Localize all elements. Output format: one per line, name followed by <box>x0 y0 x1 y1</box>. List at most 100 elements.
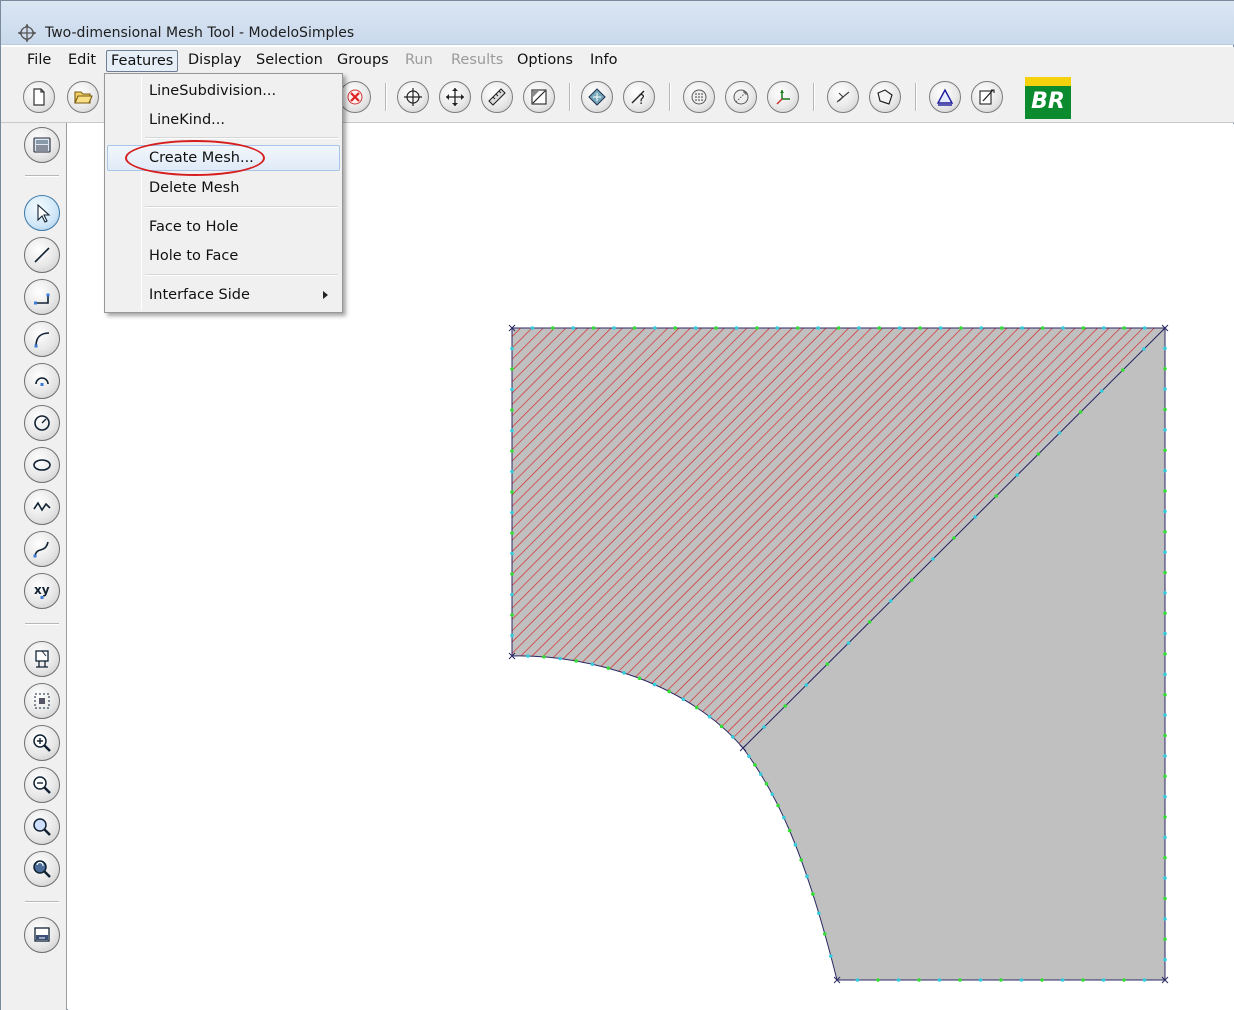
pan-icon[interactable] <box>439 81 471 113</box>
mesh-node <box>1163 448 1167 453</box>
menu-item-face-to-hole[interactable]: Face to Hole <box>107 214 340 240</box>
menu-run[interactable]: Run <box>401 50 437 72</box>
zoom-in-icon[interactable] <box>24 725 60 761</box>
mesh-node <box>857 326 861 330</box>
menu-groups[interactable]: Groups <box>333 50 393 72</box>
triangle-icon[interactable] <box>929 81 961 113</box>
mesh-node <box>1101 326 1106 330</box>
mesh-node <box>787 828 792 833</box>
keyboard-icon[interactable] <box>24 127 60 163</box>
mesh-node <box>959 326 963 330</box>
mesh-node <box>979 326 984 330</box>
polygon-icon[interactable] <box>24 489 60 525</box>
annotation-highlight <box>125 140 265 176</box>
mesh-node <box>764 782 769 786</box>
move-icon[interactable] <box>397 81 429 113</box>
menu-selection[interactable]: Selection <box>252 50 327 72</box>
menu-item-interface-side[interactable]: Interface Side <box>107 282 340 308</box>
mesh-node <box>822 932 827 936</box>
menu-features[interactable]: Features <box>106 50 179 72</box>
menu-item-hole-to-face[interactable]: Hole to Face <box>107 243 340 269</box>
mesh-node <box>1163 652 1167 656</box>
mesh-node <box>612 326 616 330</box>
xy-point-icon[interactable]: xy <box>24 573 60 609</box>
mesh-node <box>1057 431 1062 435</box>
mesh-node <box>1019 978 1024 982</box>
mesh-node <box>510 367 514 371</box>
menu-item-delete-mesh[interactable]: Delete Mesh <box>107 175 340 201</box>
select-arrow-icon[interactable] <box>24 195 60 231</box>
circle-arc-icon[interactable] <box>24 363 60 399</box>
mesh-node <box>673 326 678 330</box>
mesh-node <box>510 490 514 494</box>
line-icon[interactable] <box>24 237 60 273</box>
menu-display[interactable]: Display <box>184 50 245 72</box>
zoom-window-icon[interactable] <box>24 641 60 677</box>
grid-icon[interactable] <box>683 81 715 113</box>
mesh-node <box>1163 489 1167 493</box>
mesh-node <box>714 326 718 330</box>
mesh-node <box>846 641 851 645</box>
snap-icon[interactable] <box>725 81 757 113</box>
mesh-node <box>776 803 780 808</box>
mesh-node <box>1163 611 1167 616</box>
mesh-node <box>896 978 901 982</box>
mesh-node <box>1078 410 1083 414</box>
arc-icon[interactable] <box>24 321 60 357</box>
menu-item-line-subdivision[interactable]: LineSubdivision... <box>107 78 340 104</box>
mesh-node <box>1121 368 1125 372</box>
zoom-previous-icon[interactable] <box>24 851 60 887</box>
mesh-node <box>590 662 595 666</box>
mesh-node <box>510 428 514 433</box>
new-file-icon[interactable] <box>23 81 55 113</box>
delete-icon[interactable] <box>339 81 371 113</box>
menu-item-interface-side-label: Interface Side <box>149 287 250 303</box>
menu-file[interactable]: File <box>23 50 55 72</box>
mesh-node <box>999 978 1003 982</box>
mesh-node <box>542 655 546 659</box>
mesh-icon[interactable] <box>581 81 613 113</box>
svg-text:?: ? <box>638 93 645 107</box>
menu-edit[interactable]: Edit <box>64 50 100 72</box>
mesh-node <box>918 326 922 330</box>
window-title: Two-dimensional Mesh Tool - ModeloSimple… <box>45 25 355 41</box>
zoom-icon[interactable] <box>24 809 60 845</box>
mesh-node <box>622 671 626 675</box>
menu-results[interactable]: Results <box>447 50 507 72</box>
petrobras-logo: BR <box>1025 77 1071 119</box>
menu-item-line-kind[interactable]: LineKind... <box>107 107 340 133</box>
mesh-node <box>1099 389 1104 393</box>
zoom-out-icon[interactable] <box>24 767 60 803</box>
mesh-tool-icon <box>18 24 36 42</box>
mesh-node <box>510 531 514 535</box>
mesh-node <box>510 346 514 351</box>
circle-icon[interactable] <box>24 405 60 441</box>
mesh-node <box>1163 428 1167 432</box>
mesh-node <box>693 326 698 330</box>
mesh-node <box>730 735 735 739</box>
mesh-node <box>795 326 800 330</box>
fit-icon[interactable] <box>24 683 60 719</box>
polyline-icon[interactable] <box>24 279 60 315</box>
mesh-node <box>952 536 956 540</box>
axes-icon[interactable] <box>767 81 799 113</box>
display-icon[interactable] <box>24 917 60 953</box>
ellipse-icon[interactable] <box>24 447 60 483</box>
menu-info[interactable]: Info <box>586 50 621 72</box>
open-folder-icon[interactable] <box>67 81 99 113</box>
region-icon[interactable] <box>869 81 901 113</box>
measure-icon[interactable] <box>481 81 513 113</box>
mesh-node <box>551 326 555 330</box>
mesh-node <box>1163 346 1167 351</box>
edge-icon[interactable] <box>827 81 859 113</box>
properties-icon[interactable] <box>971 81 1003 113</box>
mesh-node <box>1163 896 1167 901</box>
mesh-node <box>1163 550 1167 554</box>
mesh-node <box>652 682 657 687</box>
edit-icon[interactable] <box>523 81 555 113</box>
mesh-node <box>1081 326 1086 330</box>
menu-options[interactable]: Options <box>513 50 577 72</box>
query-icon[interactable]: ? <box>623 81 655 113</box>
mesh-node <box>1081 978 1085 982</box>
curve-icon[interactable] <box>24 531 60 567</box>
